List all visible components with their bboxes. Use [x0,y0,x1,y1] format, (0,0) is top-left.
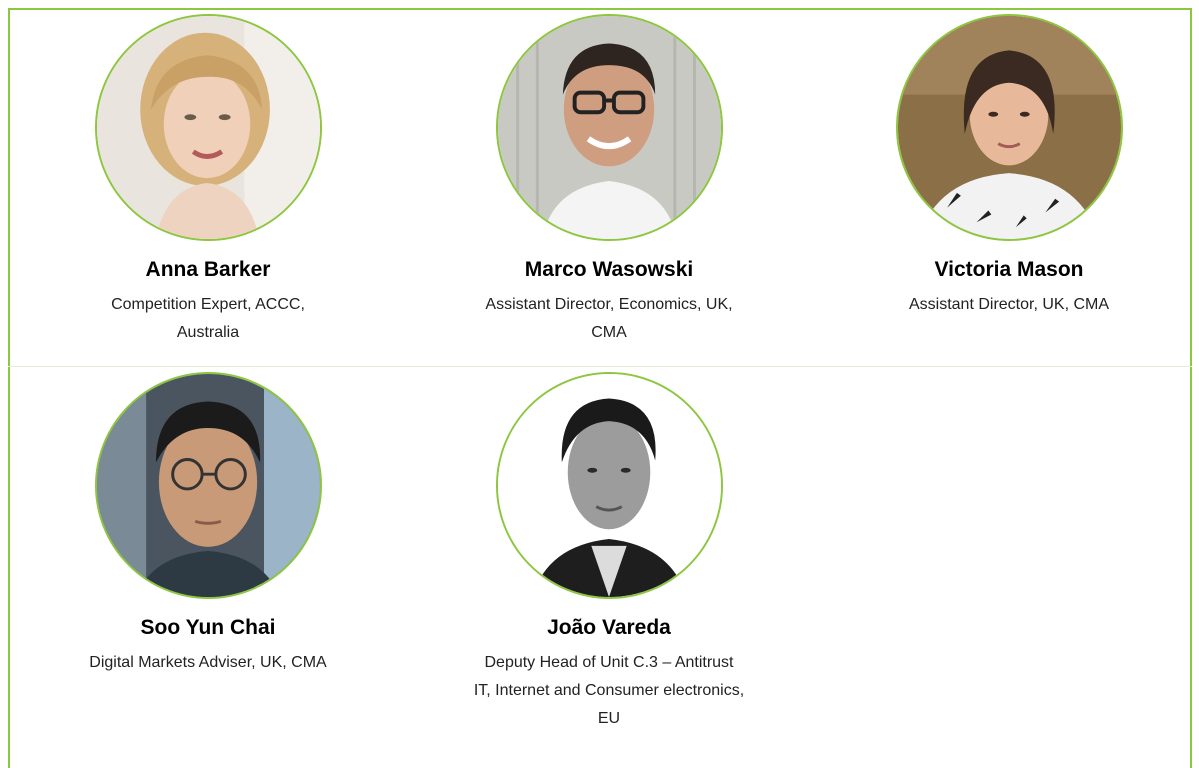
speaker-role-line: Australia [176,324,240,341]
speaker-photo [94,14,322,241]
speaker-card-soo-yun-chai: Soo Yun Chai Digital Markets Adviser, UK… [8,372,408,677]
row-divider [8,366,1192,367]
speaker-card-joao-vareda: João Vareda Deputy Head of Unit C.3 – An… [409,372,809,733]
speaker-name: Marco Wasowski [524,258,694,281]
portrait-icon [96,374,320,597]
portrait-icon [96,16,320,239]
speaker-card-marco-wasowski: Marco Wasowski Assistant Director, Econo… [409,14,809,347]
speaker-role-line: Assistant Director, Economics, UK, [485,296,733,313]
speaker-photo [495,14,723,241]
portrait-icon [897,16,1121,239]
portrait-icon [497,374,721,597]
speaker-role: Assistant Director, UK, CMA [809,291,1199,319]
speaker-role: Digital Markets Adviser, UK, CMA [8,649,408,677]
portrait-icon [497,16,721,239]
speaker-name: João Vareda [547,616,671,639]
speaker-role-line: Competition Expert, ACCC, [111,296,305,313]
speaker-role: Competition Expert, ACCC, Australia [8,291,408,347]
speaker-role: Assistant Director, Economics, UK, CMA [409,291,809,347]
speaker-card-anna-barker: Anna Barker Competition Expert, ACCC, Au… [8,14,408,347]
speaker-card-victoria-mason: Victoria Mason Assistant Director, UK, C… [809,14,1199,319]
speaker-photo [94,372,322,599]
speaker-name: Victoria Mason [934,258,1084,281]
speaker-role-line: CMA [591,324,627,341]
speaker-role-line: IT, Internet and Consumer electronics, [473,682,745,699]
speaker-role-line: Digital Markets Adviser, UK, CMA [89,654,327,671]
speaker-role-line: Deputy Head of Unit C.3 – Antitrust [484,654,734,671]
speaker-role-line: Assistant Director, UK, CMA [908,296,1110,313]
speaker-name: Soo Yun Chai [140,616,276,639]
speaker-role: Deputy Head of Unit C.3 – Antitrust IT, … [409,649,809,733]
speaker-name: Anna Barker [145,258,271,281]
speaker-role-line: EU [597,710,621,727]
speaker-photo [895,14,1123,241]
speaker-photo [495,372,723,599]
